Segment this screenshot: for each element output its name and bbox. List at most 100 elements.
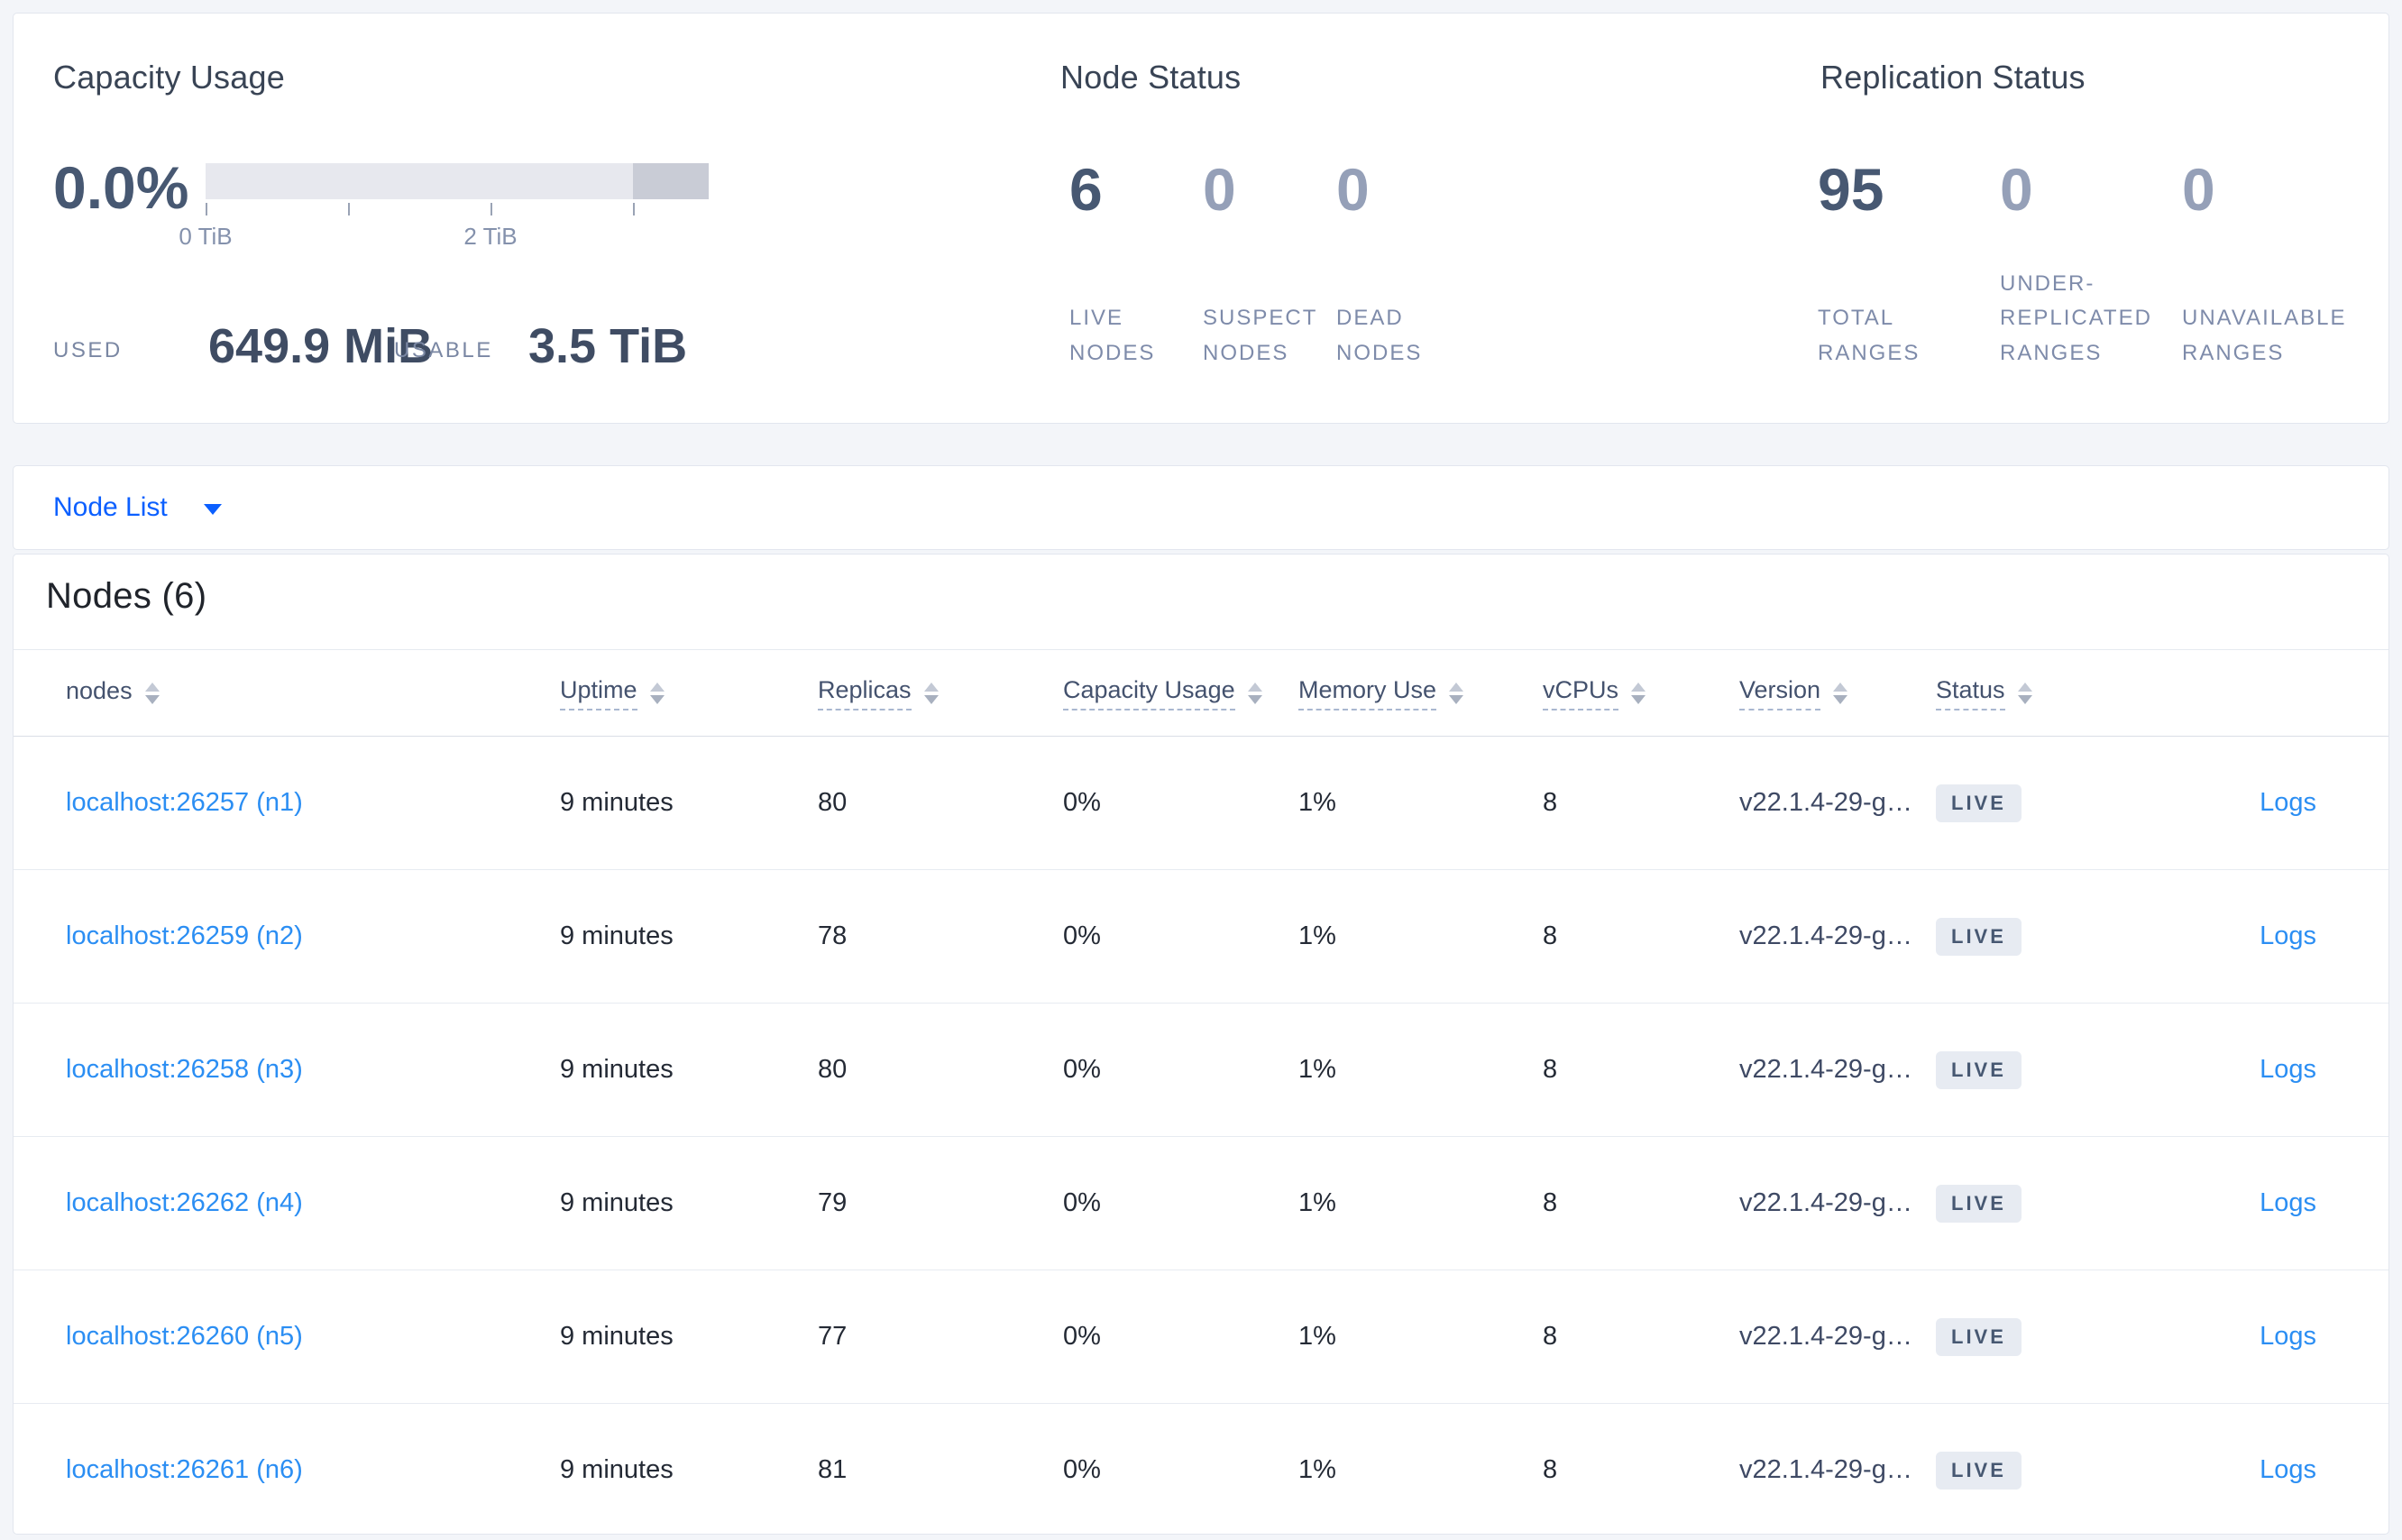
logs-link[interactable]: Logs	[2260, 921, 2316, 950]
version-cell: v22.1.4-29-g…	[1739, 921, 1912, 950]
capacity-bar-chart: 0 TiB 2 TiB	[179, 163, 709, 262]
vcpus-cell: 8	[1543, 1188, 1558, 1217]
column-header[interactable]: Uptime	[560, 676, 818, 710]
sort-icon[interactable]	[2017, 682, 2032, 704]
node-link[interactable]: localhost:26261 (n6)	[66, 1455, 303, 1484]
sort-icon[interactable]	[1631, 682, 1646, 704]
version-cell: v22.1.4-29-g…	[1739, 1455, 1912, 1484]
replicas-cell: 81	[818, 1455, 848, 1484]
capacity-bar-dark-segment	[633, 163, 709, 199]
axis-tick	[490, 203, 492, 215]
version-cell: v22.1.4-29-g…	[1739, 788, 1912, 817]
column-header[interactable]: Memory Use	[1298, 676, 1543, 710]
logs-link[interactable]: Logs	[2260, 1188, 2316, 1217]
summary-metric: 0 UNDER-REPLICATED RANGES	[2000, 160, 2182, 371]
table-row: localhost:26262 (n4) 9 minutes 79 0% 1% …	[14, 1137, 2388, 1270]
metric-label: SUSPECT NODES	[1203, 306, 1317, 365]
capacity-usage-cell: 0%	[1063, 1188, 1101, 1217]
metric-value: 0	[2182, 156, 2215, 223]
column-header-label: Replicas	[818, 676, 912, 710]
axis-tick-label: 0 TiB	[179, 223, 233, 250]
capacity-usage-cell: 0%	[1063, 1455, 1101, 1484]
column-header-label: Memory Use	[1298, 676, 1437, 710]
nodes-table: nodes Uptime Replicas Capacity Usage Mem…	[14, 649, 2388, 1534]
node-status-title: Node Status	[1060, 59, 1242, 96]
capacity-usage-cell: 0%	[1063, 1322, 1101, 1351]
version-cell: v22.1.4-29-g…	[1739, 1188, 1912, 1217]
replicas-cell: 77	[818, 1322, 848, 1351]
nodes-count-title: Nodes (6)	[46, 576, 207, 616]
column-header[interactable]: nodes	[66, 677, 560, 710]
summary-metric: 6 LIVE NODES	[1069, 160, 1203, 371]
node-link[interactable]: localhost:26257 (n1)	[66, 788, 303, 817]
sort-icon[interactable]	[144, 682, 160, 704]
metric-value: 0	[1336, 156, 1370, 223]
column-header-label: nodes	[66, 676, 133, 704]
axis-tick	[633, 203, 635, 215]
usable-label: USABLE	[394, 338, 493, 362]
cluster-overview-page: Capacity Usage 0.0% 0 TiB 2 TiB USED 649…	[0, 0, 2402, 1540]
table-body: localhost:26257 (n1) 9 minutes 80 0% 1% …	[14, 737, 2388, 1534]
usable-value: 3.5 TiB	[528, 319, 688, 373]
memory-use-cell: 1%	[1298, 1188, 1336, 1217]
node-status-metrics: 6 LIVE NODES 0 SUSPECT NODES 0 DEAD NODE…	[1069, 160, 1470, 371]
column-header[interactable]: Capacity Usage	[1063, 676, 1298, 710]
sort-icon[interactable]	[1247, 682, 1262, 704]
column-header-label: Status	[1936, 676, 2005, 710]
status-badge: LIVE	[1936, 917, 2022, 956]
status-badge: LIVE	[1936, 784, 2022, 822]
node-link[interactable]: localhost:26259 (n2)	[66, 921, 303, 950]
logs-link[interactable]: Logs	[2260, 788, 2316, 817]
table-row: localhost:26259 (n2) 9 minutes 78 0% 1% …	[14, 870, 2388, 1004]
view-selector-card: Node List	[13, 465, 2389, 550]
caret-down-icon	[203, 504, 222, 515]
uptime-cell: 9 minutes	[560, 1188, 674, 1217]
memory-use-cell: 1%	[1298, 921, 1336, 950]
column-header[interactable]: Version	[1739, 676, 1936, 710]
column-header-label: Uptime	[560, 676, 637, 710]
axis-tick	[206, 203, 207, 215]
capacity-usage-title: Capacity Usage	[53, 59, 285, 96]
capacity-usage-cell: 0%	[1063, 788, 1101, 817]
used-label: USED	[53, 338, 123, 362]
node-link[interactable]: localhost:26260 (n5)	[66, 1322, 303, 1351]
node-list-dropdown[interactable]: Node List	[53, 492, 222, 523]
metric-value: 95	[1818, 156, 1884, 223]
sort-icon[interactable]	[1833, 682, 1848, 704]
metric-value: 6	[1069, 156, 1103, 223]
column-header-label: vCPUs	[1543, 676, 1619, 710]
capacity-usage-values: USED 649.9 MiB USABLE 3.5 TiB	[53, 316, 865, 371]
node-link[interactable]: localhost:26262 (n4)	[66, 1188, 303, 1217]
replication-status-title: Replication Status	[1820, 59, 2086, 96]
status-badge: LIVE	[1936, 1451, 2022, 1490]
memory-use-cell: 1%	[1298, 788, 1336, 817]
sort-icon[interactable]	[649, 682, 665, 704]
metric-label: LIVE NODES	[1069, 306, 1156, 365]
vcpus-cell: 8	[1543, 788, 1558, 817]
sort-icon[interactable]	[1449, 682, 1464, 704]
column-header-label: Version	[1739, 676, 1821, 710]
uptime-cell: 9 minutes	[560, 1455, 674, 1484]
cluster-summary-card: Capacity Usage 0.0% 0 TiB 2 TiB USED 649…	[13, 13, 2389, 424]
table-row: localhost:26260 (n5) 9 minutes 77 0% 1% …	[14, 1270, 2388, 1404]
axis-tick-label: 2 TiB	[463, 223, 518, 250]
logs-link[interactable]: Logs	[2260, 1055, 2316, 1084]
column-header[interactable]: vCPUs	[1543, 676, 1739, 710]
vcpus-cell: 8	[1543, 1455, 1558, 1484]
vcpus-cell: 8	[1543, 921, 1558, 950]
sort-icon[interactable]	[923, 682, 939, 704]
column-header[interactable]: Status	[1936, 676, 2165, 710]
replicas-cell: 80	[818, 1055, 848, 1084]
table-row: localhost:26258 (n3) 9 minutes 80 0% 1% …	[14, 1004, 2388, 1137]
column-header[interactable]: Replicas	[818, 676, 1063, 710]
capacity-used-percent: 0.0%	[53, 154, 189, 221]
replicas-cell: 79	[818, 1188, 848, 1217]
summary-metric: 0 UNAVAILABLE RANGES	[2182, 160, 2364, 371]
vcpus-cell: 8	[1543, 1055, 1558, 1084]
logs-link[interactable]: Logs	[2260, 1322, 2316, 1351]
status-badge: LIVE	[1936, 1184, 2022, 1223]
node-link[interactable]: localhost:26258 (n3)	[66, 1055, 303, 1084]
metric-label: TOTAL RANGES	[1818, 306, 1921, 365]
summary-metric: 95 TOTAL RANGES	[1818, 160, 2000, 371]
logs-link[interactable]: Logs	[2260, 1455, 2316, 1484]
